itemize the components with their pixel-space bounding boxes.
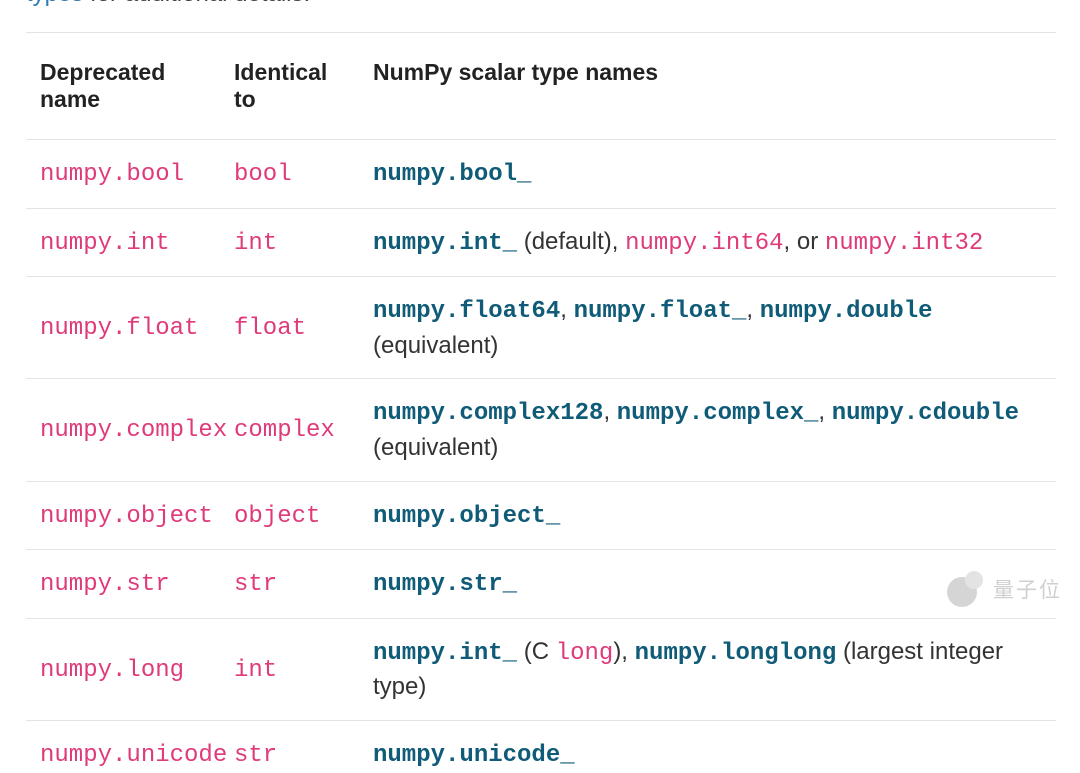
deprecated-code: numpy.int <box>40 230 170 257</box>
deprecated-cell: numpy.int <box>26 208 220 277</box>
deprecated-code: numpy.unicode <box>40 742 227 769</box>
table-row: numpy.bool bool numpy.bool_ <box>26 140 1056 209</box>
scalar-text: (equivalent) <box>373 332 498 359</box>
scalar-type-link[interactable]: numpy.int_ <box>373 640 517 667</box>
table-row: numpy.longintnumpy.int_ (C long), numpy.… <box>26 618 1056 720</box>
deprecated-cell: numpy.str <box>26 550 220 619</box>
scalar-type-link[interactable]: numpy.unicode_ <box>373 742 575 769</box>
scalar-type-link[interactable]: numpy.complex128 <box>373 400 603 427</box>
scalar-code: long <box>556 640 614 667</box>
identical-cell: str <box>220 720 359 773</box>
deprecated-cell: numpy.long <box>26 618 220 720</box>
identical-code: object <box>234 503 320 530</box>
identical-cell: bool <box>220 140 359 209</box>
col-header-deprecated: Deprecated name <box>26 33 220 140</box>
identical-code: str <box>234 571 277 598</box>
table-row: numpy.float float numpy.float64, numpy.flo… <box>26 277 1056 379</box>
scalar-type-link[interactable]: numpy.double <box>760 298 933 325</box>
table-row: numpy.object object numpy.object_ <box>26 481 1056 550</box>
identical-cell: object <box>220 481 359 550</box>
table-row: numpy.int int numpy.int_ (default), numpy.… <box>26 208 1056 277</box>
scalar-text: , <box>746 296 759 323</box>
scalar-type-link[interactable]: numpy.longlong <box>635 640 837 667</box>
scalar-text: , or <box>784 228 825 255</box>
identical-cell: float <box>220 277 359 379</box>
scalar-text: , <box>603 398 616 425</box>
scalar-cell: numpy.str_ <box>359 550 1056 619</box>
scalar-cell: numpy.object_ <box>359 481 1056 550</box>
scalar-text: (equivalent) <box>373 434 498 461</box>
scalar-code: numpy.int32 <box>825 230 983 257</box>
identical-cell: str <box>220 550 359 619</box>
deprecated-code: numpy.bool <box>40 161 184 188</box>
scalar-cell: numpy.float64, numpy.float_, numpy.doubl… <box>359 277 1056 379</box>
table-row: numpy.unicode str numpy.unicode_ <box>26 720 1056 773</box>
table-row: numpy.str str numpy.str_ <box>26 550 1056 619</box>
deprecated-cell: numpy.float <box>26 277 220 379</box>
scalar-cell: numpy.int_ (C long), numpy.longlong (lar… <box>359 618 1056 720</box>
table-row: numpy.complex complex numpy.complex128, nu… <box>26 379 1056 481</box>
deprecated-code: numpy.complex <box>40 417 227 444</box>
scalar-text: , <box>818 398 831 425</box>
scalar-type-link[interactable]: numpy.bool_ <box>373 161 531 188</box>
col-header-scalar: NumPy scalar type names <box>359 33 1056 140</box>
deprecated-cell: numpy.bool <box>26 140 220 209</box>
scalar-type-link[interactable]: numpy.object_ <box>373 503 560 530</box>
identical-cell: complex <box>220 379 359 481</box>
deprecated-cell: numpy.object <box>26 481 220 550</box>
identical-cell: int <box>220 618 359 720</box>
identical-code: complex <box>234 417 335 444</box>
scalar-type-link[interactable]: numpy.str_ <box>373 571 517 598</box>
scalar-cell: numpy.int_ (default), numpy.int64, or nu… <box>359 208 1056 277</box>
types-table: Deprecated name Identical to NumPy scala… <box>26 32 1056 773</box>
table-header-row: Deprecated name Identical to NumPy scala… <box>26 33 1056 140</box>
lead-link[interactable]: types <box>26 0 83 7</box>
deprecated-code: numpy.str <box>40 571 170 598</box>
lead-after: for additional details. <box>83 0 310 7</box>
scalar-type-link[interactable]: numpy.cdouble <box>832 400 1019 427</box>
scalar-text: (default), <box>517 228 625 255</box>
deprecated-cell: numpy.unicode <box>26 720 220 773</box>
identical-code: str <box>234 742 277 769</box>
identical-cell: int <box>220 208 359 277</box>
identical-code: float <box>234 315 306 342</box>
scalar-text: , <box>560 296 573 323</box>
scalar-type-link[interactable]: numpy.float64 <box>373 298 560 325</box>
deprecated-cell: numpy.complex <box>26 379 220 481</box>
identical-code: bool <box>234 161 292 188</box>
identical-code: int <box>234 230 277 257</box>
lead-text: types for additional details. <box>0 0 1080 8</box>
col-header-identical: Identical to <box>220 33 359 140</box>
scalar-cell: numpy.complex128, numpy.complex_, numpy.… <box>359 379 1056 481</box>
scalar-cell: numpy.unicode_ <box>359 720 1056 773</box>
scalar-code: numpy.int64 <box>625 230 783 257</box>
scalar-type-link[interactable]: numpy.int_ <box>373 230 517 257</box>
scalar-type-link[interactable]: numpy.complex_ <box>617 400 819 427</box>
deprecated-code: numpy.float <box>40 315 198 342</box>
scalar-cell: numpy.bool_ <box>359 140 1056 209</box>
scalar-type-link[interactable]: numpy.float_ <box>574 298 747 325</box>
deprecated-code: numpy.object <box>40 503 213 530</box>
